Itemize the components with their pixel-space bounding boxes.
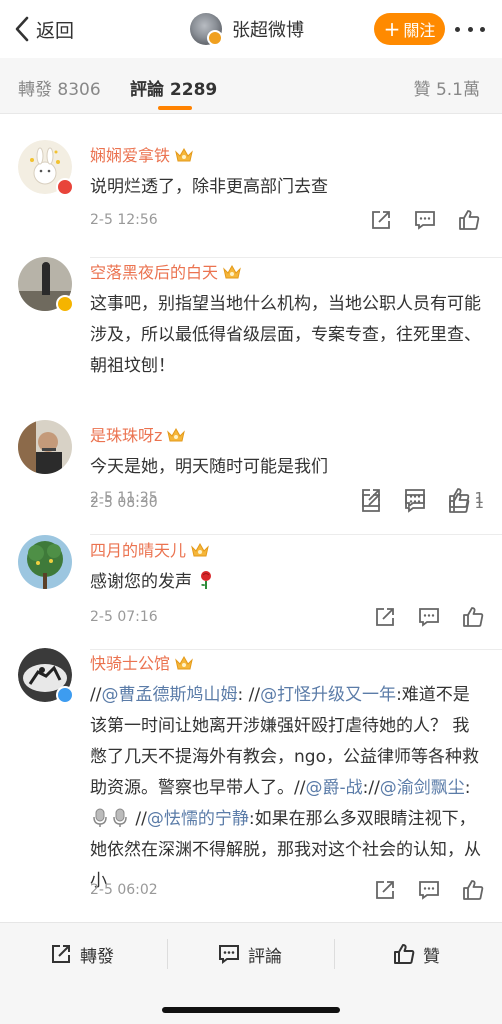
comment-icon	[405, 494, 426, 513]
comment-text: 感谢您的发声	[90, 567, 486, 598]
crown-badge-icon	[223, 264, 241, 279]
verified-badge	[56, 686, 74, 704]
comment-username[interactable]: 快骑士公馆	[90, 650, 194, 674]
comment-time: 2-5 08:30	[90, 495, 158, 511]
comment-actions	[348, 209, 484, 231]
author-avatar[interactable]	[190, 13, 223, 46]
repost-button[interactable]: 轉發	[50, 941, 114, 967]
follow-label: 關注	[403, 21, 436, 40]
mention-link[interactable]: @曹孟德斯鸠山姆	[101, 685, 237, 705]
comment-list[interactable]: 娴娴爱拿铁 说明烂透了，除非更高部门去查 2-5 12:56 空落黑夜后的白天 …	[0, 114, 502, 922]
verified-badge	[56, 178, 74, 196]
thumbs-up-icon	[394, 944, 415, 964]
like-button[interactable]	[462, 606, 484, 628]
share-button[interactable]	[360, 492, 382, 514]
comment-button[interactable]: 評論	[218, 941, 282, 967]
more-options-button[interactable]	[455, 24, 485, 34]
comment-username[interactable]: 空落黑夜后的白天	[90, 259, 242, 283]
crown-badge-icon	[175, 655, 193, 670]
comment-icon	[415, 211, 435, 230]
reply-button[interactable]	[414, 209, 436, 231]
comment-time: 2-5 12:56	[90, 212, 158, 228]
comment-actions	[352, 606, 484, 628]
like-label: 贊	[423, 946, 440, 967]
thumbs-up-icon	[449, 493, 470, 513]
thumbs-up-icon	[463, 880, 484, 900]
top-navigation-bar: 返回 张超微博 + 關注	[0, 0, 502, 58]
comment-item: 空落黑夜后的白天 这事吧，别指望当地什么机构，当地公职人员有可能涉及，所以最低得…	[0, 257, 502, 535]
comment-item: 娴娴爱拿铁 说明烂透了，除非更高部门去查 2-5 12:56	[0, 140, 502, 258]
comment-time: 2-5 07:16	[90, 609, 158, 625]
active-tab-indicator	[158, 106, 192, 110]
share-icon	[376, 608, 394, 626]
tab-repost[interactable]: 轉發 8306	[18, 75, 101, 100]
follow-button[interactable]: + 關注	[374, 13, 445, 45]
share-icon	[362, 494, 381, 512]
thumbs-up-icon	[459, 210, 480, 230]
mention-link[interactable]: @怯懦的宁静	[147, 809, 249, 829]
comment-text: 说明烂透了，除非更高部门去查	[90, 177, 328, 197]
comment-item: 是珠珠呀z 今天是她，明天随时可能是我们 2-5 08:30 1	[0, 420, 502, 536]
dot-icon	[455, 26, 460, 32]
author-name: 张超微博	[232, 20, 304, 41]
back-label: 返回	[36, 19, 75, 42]
tab-like[interactable]: 贊 5.1萬	[414, 75, 480, 100]
like-button[interactable]	[458, 209, 484, 231]
comment-username[interactable]: 娴娴爱拿铁	[90, 142, 194, 166]
like-button[interactable]	[462, 879, 484, 901]
mention-link[interactable]: @打怪升级又一年	[260, 685, 396, 705]
comment-text: 这事吧，别指望当地什么机构，当地公职人员有可能涉及，所以最低得省级层面，专案专查…	[90, 294, 481, 376]
microphone-emoji-icon	[113, 808, 127, 827]
dot-icon	[480, 26, 485, 32]
comment-icon	[419, 881, 439, 900]
author-info[interactable]: 张超微博	[190, 13, 304, 46]
like-button[interactable]: 1	[448, 492, 484, 514]
share-icon	[372, 211, 390, 229]
crown-badge-icon	[167, 427, 186, 442]
avatar[interactable]	[18, 420, 72, 474]
interaction-tabs: 轉發 8306 評論 2289 贊 5.1萬	[0, 58, 502, 114]
share-button[interactable]	[374, 606, 396, 628]
reply-button[interactable]	[404, 492, 426, 514]
back-button[interactable]: 返回	[14, 14, 74, 44]
chevron-left-icon	[15, 16, 29, 42]
crown-badge-icon	[175, 147, 193, 162]
comment-item: 快骑士公馆 //@曹孟德斯鸠山姆: //@打怪升级又一年:难道不是该第一时间让她…	[0, 648, 502, 922]
verified-badge	[56, 295, 74, 313]
comment-time: 2-5 06:02	[90, 882, 158, 898]
microphone-emoji-icon	[93, 808, 107, 827]
comment-username[interactable]: 是珠珠呀z	[90, 422, 186, 446]
dot-icon	[467, 26, 473, 32]
comment-actions: 1	[338, 492, 484, 514]
comment-icon	[219, 945, 239, 964]
like-count: 1	[474, 494, 484, 512]
mention-link[interactable]: @渝剑飘尘	[380, 778, 465, 798]
comment-text: //@曹孟德斯鸠山姆: //@打怪升级又一年:难道不是该第一时间让她离开涉嫌强奸…	[90, 685, 481, 891]
comment-actions	[352, 879, 484, 901]
like-post-button[interactable]: 贊	[393, 941, 440, 967]
comment-text: 今天是她，明天随时可能是我们	[90, 457, 328, 477]
mention-link[interactable]: @爵-战	[305, 778, 362, 798]
divider	[167, 939, 168, 969]
share-button[interactable]	[370, 209, 392, 231]
reply-button[interactable]	[418, 879, 440, 901]
comment-item: 四月的晴天儿 感谢您的发声 2-5 07:16	[0, 535, 502, 651]
comment-username[interactable]: 四月的晴天儿	[90, 537, 210, 561]
comment-icon	[419, 608, 439, 627]
share-icon	[376, 881, 394, 899]
repost-label: 轉發	[80, 946, 114, 967]
plus-icon: +	[383, 17, 401, 41]
avatar[interactable]	[18, 535, 72, 589]
divider	[334, 939, 335, 969]
share-button[interactable]	[374, 879, 396, 901]
home-indicator[interactable]	[162, 1007, 340, 1013]
reply-button[interactable]	[418, 606, 440, 628]
thumbs-up-icon	[463, 607, 484, 627]
share-icon	[52, 945, 70, 963]
rose-emoji-icon	[201, 571, 212, 589]
comment-label: 評論	[248, 946, 282, 967]
crown-badge-icon	[191, 542, 209, 557]
